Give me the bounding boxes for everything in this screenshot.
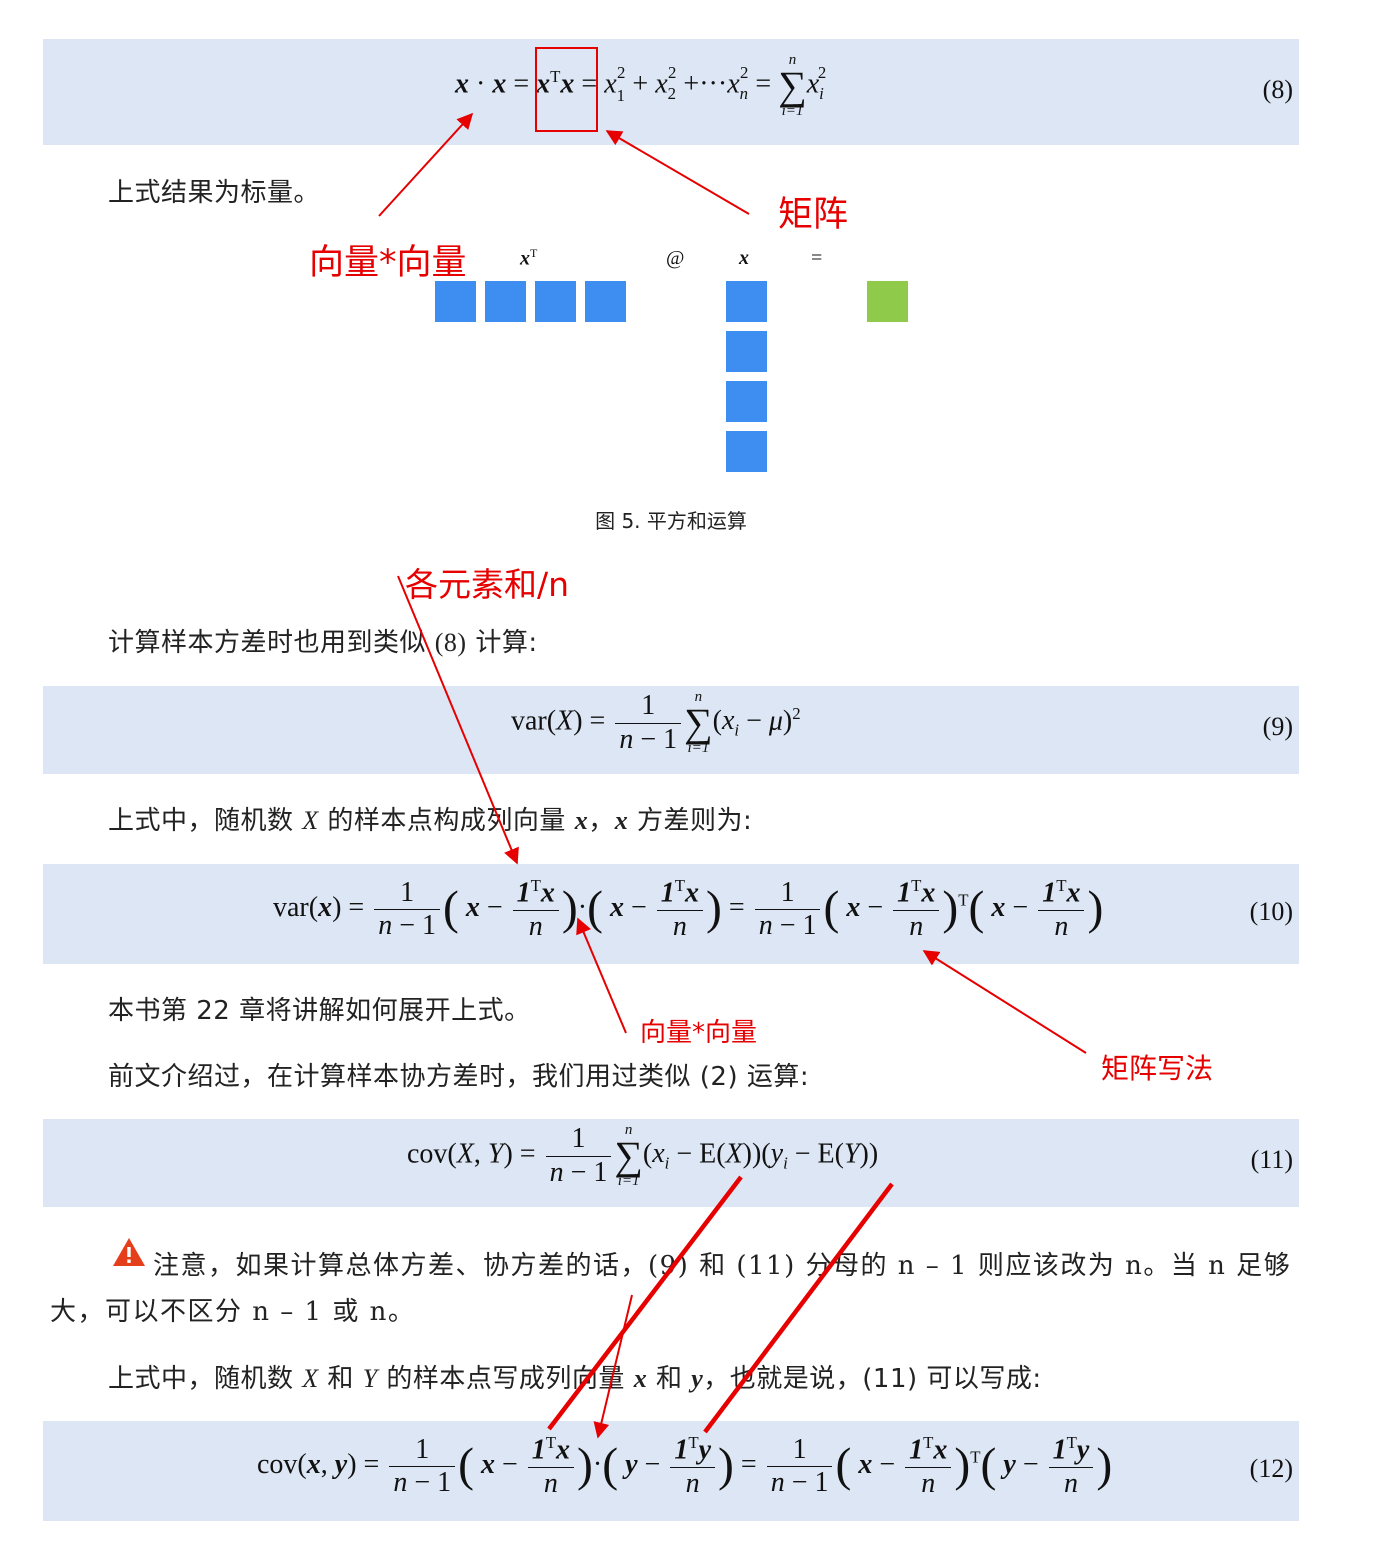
arrow-to-transpose-eq10 <box>922 950 1087 1054</box>
arrow-to-mean-term <box>397 575 519 865</box>
link-line-x <box>547 1175 743 1431</box>
arrow-to-dot-eq12 <box>593 1294 633 1439</box>
arrow-to-dot-eq10 <box>576 917 627 1034</box>
annotation-overlay <box>378 47 1087 1439</box>
link-line-y <box>703 1182 894 1434</box>
arrow-to-matrix <box>605 130 750 215</box>
highlight-box <box>535 47 598 132</box>
arrow-to-dot-product <box>378 112 474 217</box>
